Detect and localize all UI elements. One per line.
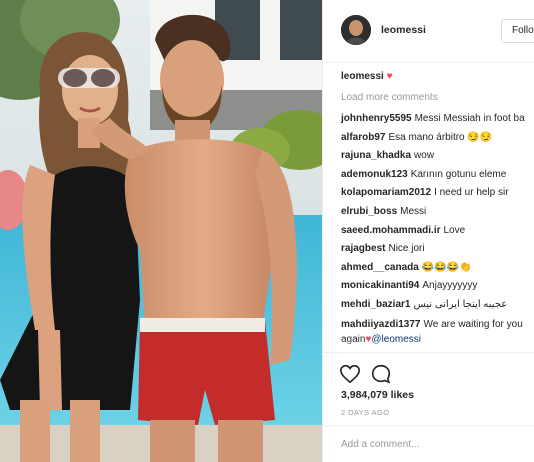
heart-icon[interactable] [339,363,361,385]
caption: leomessi ♥ [341,71,393,82]
comment-item: saeed.mohammadi.ir Love [341,222,534,241]
comment-text: Messi Messiah in foot ba [414,113,525,124]
comment-text: We are waiting for you [423,318,523,330]
comment-username[interactable]: saeed.mohammadi.ir [341,225,440,236]
load-more-comments[interactable]: Load more comments [341,92,438,103]
comment-item: elrubi_boss Messi [341,203,534,222]
comment-username[interactable]: kolapomariam2012 [341,187,431,198]
comment-text: Love [443,224,466,236]
comment-item: kolapomariam2012 I need ur help sir [341,184,534,203]
add-comment-placeholder: Add a comment... [341,439,420,450]
comment-list: johnhenry5595 Messi Messiah in foot ba al… [341,110,534,347]
comment-username[interactable]: ahmed__canada [341,262,419,273]
avatar-image [341,15,371,45]
instagram-post: leomessi Follow leomessi ♥ Load more com… [0,0,534,462]
caption-heart: ♥ [386,71,393,82]
couple-photo-illustration [0,0,322,462]
comment-username[interactable]: ademonuk123 [341,169,408,180]
comment-item: alfarob97 Esa mano árbitro 😏😏 [341,129,534,148]
post-side-panel: leomessi Follow leomessi ♥ Load more com… [322,0,534,462]
comment-text: I need ur help sir [434,187,509,199]
comment-username[interactable]: rajagbest [341,243,385,254]
comment-username[interactable]: johnhenry5595 [341,113,412,124]
post-header: leomessi Follow [323,0,534,63]
follow-button[interactable]: Follow [501,19,534,43]
like-count[interactable]: 3,984,079 likes [341,389,414,401]
comment-username[interactable]: mahdiiyazdi1377 [341,319,420,330]
comment-item: rajagbest Nice jori [341,240,534,259]
comment-text: عجیبه اینجا ایرانی نیس [413,298,508,310]
comment-item: rajuna_khadka wow [341,147,534,166]
comment-username[interactable]: mehdi_baziar1 [341,299,410,310]
username-link[interactable]: leomessi [381,24,426,36]
comment-item: monicakinanti94 Anjayyyyyyy [341,277,534,296]
post-actions: 3,984,079 likes 2 DAYS AGO Add a comment… [323,352,534,462]
caption-username[interactable]: leomessi [341,71,384,82]
comment-item: johnhenry5595 Messi Messiah in foot ba [341,110,534,129]
post-timestamp: 2 DAYS AGO [341,408,390,417]
comment-username[interactable]: monicakinanti94 [341,280,419,291]
comment-item: ademonuk123 Karının gotunu eleme [341,166,534,185]
comment-username[interactable]: elrubi_boss [341,206,397,217]
comment-text: Esa mano árbitro 😏😏 [388,131,493,143]
comment-item: mehdi_baziar1 عجیبه اینجا ایرانی نیس [341,296,534,315]
comment-username[interactable]: rajuna_khadka [341,150,411,161]
comment-bubble-icon[interactable] [370,363,392,385]
post-photo[interactable] [0,0,322,462]
comment-text: Nice jori [388,243,425,255]
comment-text: Karının gotunu eleme [410,168,507,180]
add-comment-field[interactable]: Add a comment... [323,425,534,462]
comment-text: 😂😂😂👏 [421,261,472,273]
avatar[interactable] [341,15,371,45]
comment-text: wow [414,150,435,162]
comment-username[interactable]: alfarob97 [341,132,385,143]
comment-item: ahmed__canada 😂😂😂👏 [341,259,534,278]
comment-text: Anjayyyyyyy [422,280,478,292]
comment-text: Messi [400,205,427,217]
